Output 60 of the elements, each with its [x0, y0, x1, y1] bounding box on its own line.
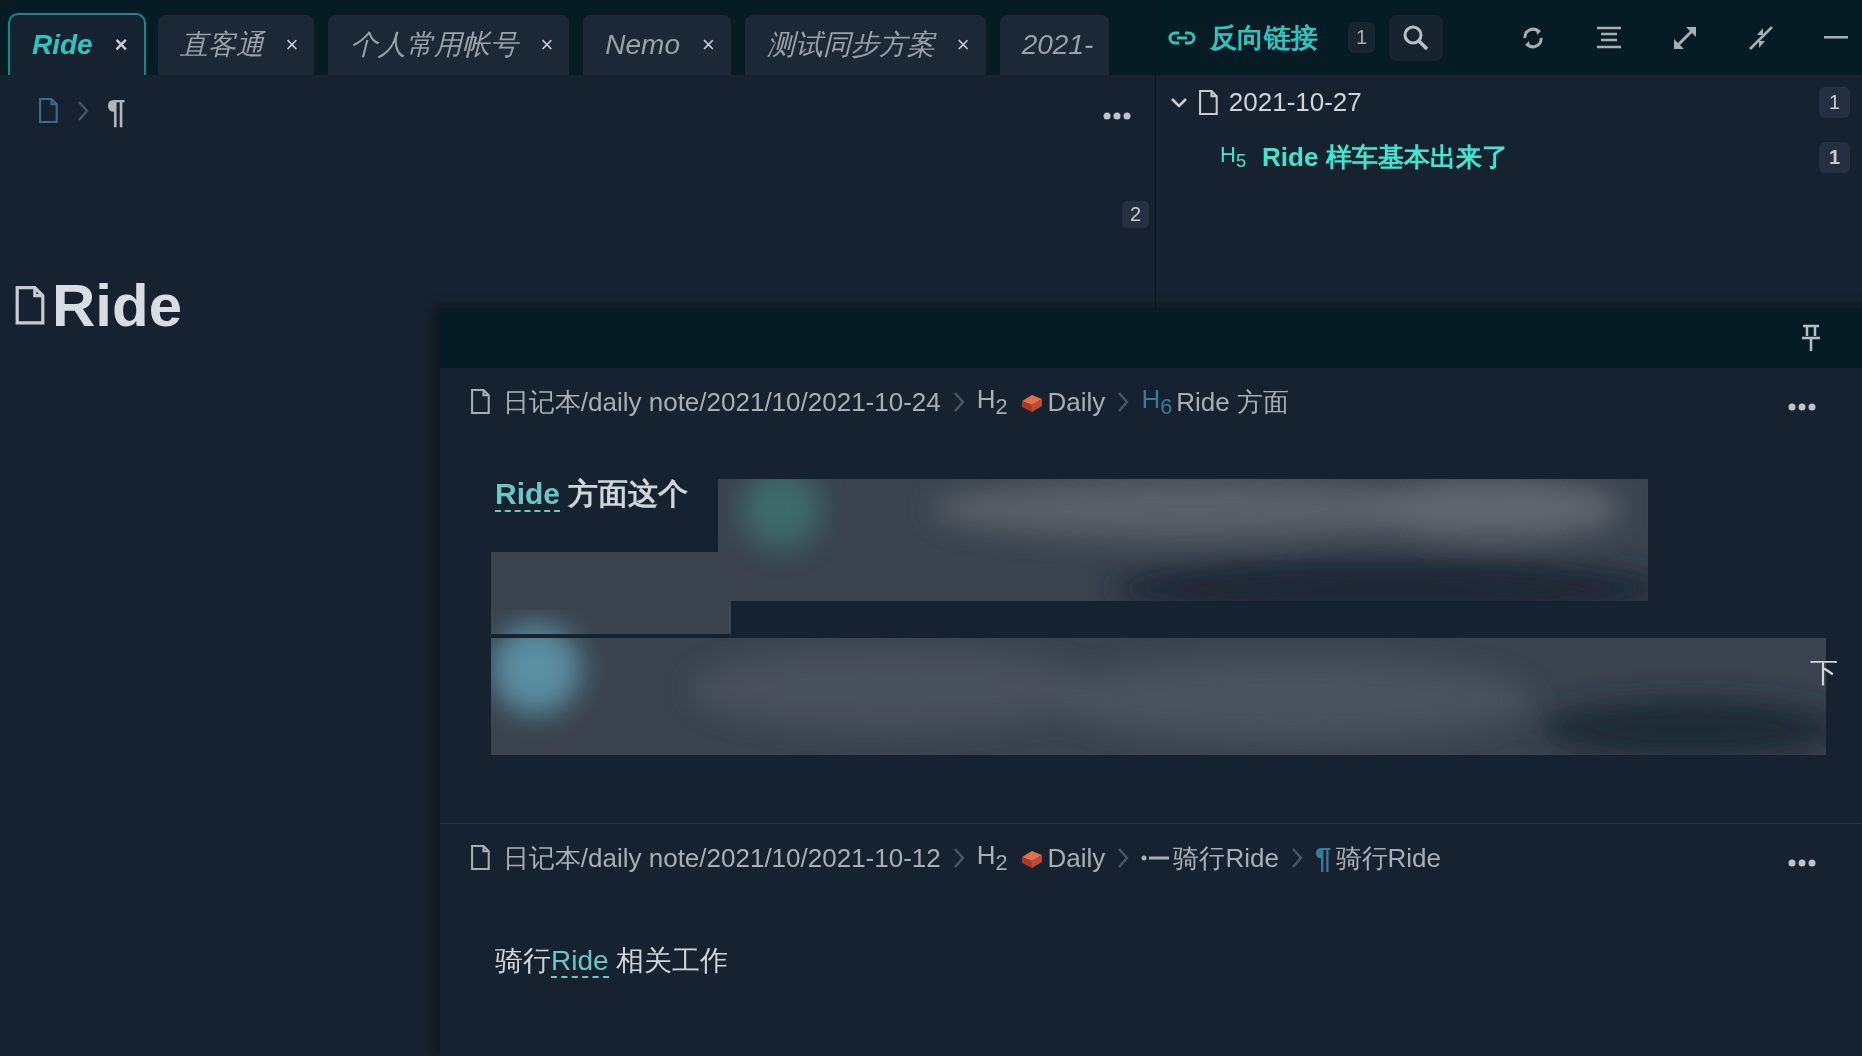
chevron-right-icon [952, 391, 965, 413]
internal-link[interactable]: Ride [551, 945, 609, 978]
close-icon[interactable]: × [285, 32, 299, 58]
heading-level: H$_{2}$ [976, 839, 1008, 877]
close-icon[interactable]: × [540, 32, 554, 58]
link-icon [1168, 29, 1196, 46]
more-icon[interactable] [1788, 858, 1816, 867]
count-badge: 1 [1818, 142, 1850, 173]
minimize-icon[interactable] [1824, 35, 1848, 40]
paragraph-mark[interactable]: ¶ [106, 91, 126, 131]
panel-title: 反向链接 [1210, 21, 1318, 55]
heading-level: H$_{2}$ [976, 383, 1008, 421]
close-icon[interactable]: × [114, 32, 128, 58]
breadcrumb-item[interactable]: 骑行Ride [1335, 840, 1442, 876]
search-button[interactable] [1389, 14, 1444, 61]
chevron-right-icon [1290, 847, 1303, 869]
collapse-icon[interactable] [1748, 24, 1774, 51]
pin-icon[interactable] [1800, 324, 1822, 352]
tab[interactable]: Nemo × [581, 13, 733, 75]
breadcrumb-item[interactable]: Daily [1047, 842, 1106, 874]
heading-level: H$_{6}$ [1141, 383, 1173, 421]
breadcrumb-item[interactable]: Ride 方面 [1176, 384, 1289, 420]
close-icon[interactable]: × [701, 32, 715, 58]
paragraph-mark: ¶ [1314, 841, 1332, 875]
chevron-right-icon [76, 100, 89, 122]
more-icon[interactable] [1103, 111, 1131, 120]
file-icon [38, 98, 59, 124]
file-name[interactable]: 2021-10-27 [1228, 87, 1362, 118]
chevron-right-icon [952, 847, 965, 869]
count-badge: 1 [1818, 87, 1850, 118]
count-badge: 2 [1121, 201, 1149, 228]
breadcrumb-item[interactable]: 骑行Ride [1173, 840, 1279, 876]
tab[interactable]: 测试同步方案 × [742, 13, 988, 75]
file-icon [14, 285, 46, 326]
tab[interactable]: Ride × [8, 13, 146, 75]
file-icon [470, 389, 491, 415]
expand-icon[interactable] [1672, 24, 1698, 51]
tab[interactable]: 2021- [997, 13, 1112, 75]
note-title: Ride [52, 271, 183, 340]
file-icon [1198, 89, 1219, 116]
note-path[interactable]: 日记本/daily note/2021/10/2021-10-24 [502, 384, 941, 420]
breadcrumb-item[interactable]: Daily [1047, 386, 1106, 418]
paragraph: 骑行Ride 相关工作 [494, 944, 730, 980]
chevron-right-icon [1117, 847, 1130, 869]
tab[interactable]: 直客通 × [155, 13, 317, 75]
chevron-down-icon[interactable] [1170, 96, 1188, 109]
text-fragment: 下 [1810, 656, 1838, 690]
chevron-right-icon [1117, 391, 1130, 413]
internal-link[interactable]: Ride [495, 477, 560, 512]
note-path[interactable]: 日记本/daily note/2021/10/2021-10-12 [502, 840, 941, 876]
search-icon [1402, 23, 1431, 52]
list-item-icon [1141, 855, 1170, 861]
align-center-icon[interactable] [1596, 25, 1622, 50]
file-icon [470, 845, 491, 871]
heading-link[interactable]: Ride 样车基本出来了 [1262, 140, 1508, 175]
more-icon[interactable] [1788, 402, 1816, 411]
count-badge: 1 [1348, 22, 1376, 53]
tab[interactable]: 个人常用帐号 × [326, 13, 572, 75]
close-icon[interactable]: × [956, 32, 970, 58]
heading-level: H$_{5}$ [1220, 142, 1247, 173]
